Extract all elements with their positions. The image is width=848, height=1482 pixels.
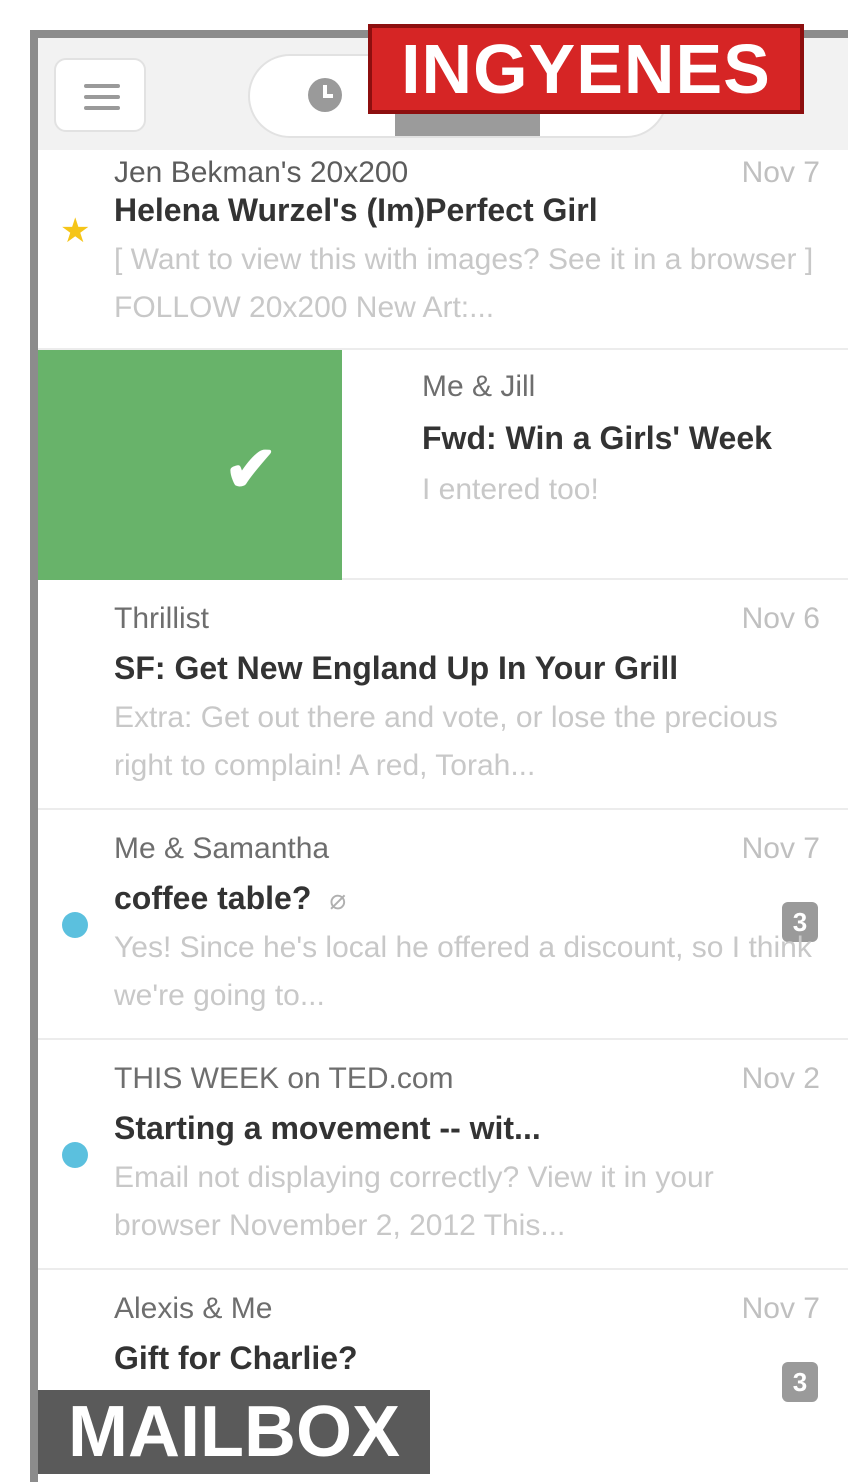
message-subject: Fwd: Win a Girls' Week [422,420,772,456]
message-sender: Jen Bekman's 20x200 [114,156,409,189]
message-sender: Me & Samantha [114,832,330,865]
message-date: Nov 6 [741,602,820,635]
message-row[interactable]: Thrillist Nov 6 SF: Get New England Up I… [38,580,848,810]
star-icon[interactable]: ★ [60,214,90,248]
clock-icon[interactable] [308,78,342,112]
thread-count-badge: 3 [782,1362,818,1402]
message-sender: Thrillist [114,602,209,635]
message-preview: Extra: Get out there and vote, or lose t… [114,701,778,782]
message-subject: Helena Wurzel's (Im)Perfect Girl [114,192,598,228]
message-subject: SF: Get New England Up In Your Grill [114,650,679,686]
message-row[interactable]: Jen Bekman's 20x200 Nov 7 ★ Helena Wurze… [38,150,848,350]
message-preview: [ Want to view this with images? See it … [114,243,814,324]
paperclip-icon: ⌀ [329,884,347,915]
menu-button[interactable] [54,58,146,132]
unread-dot-icon [62,912,88,938]
hamburger-icon [84,84,120,88]
message-row[interactable]: Me & Samantha Nov 7 coffee table? ⌀ 3 Yes… [38,810,848,1040]
message-date: Nov 7 [741,1292,820,1325]
message-row[interactable]: THIS WEEK on TED.com Nov 2 Starting a mo… [38,1040,848,1270]
ingyenes-badge: INGYENES [368,24,804,114]
message-date: Nov 7 [741,832,820,865]
message-date: Nov 7 [741,156,820,189]
phone-screen: Jen Bekman's 20x200 Nov 7 ★ Helena Wurze… [30,30,848,1482]
message-preview: Yes! Since he's local he offered a disco… [114,931,812,1012]
mailbox-logo-badge: MAILBOX [38,1390,430,1474]
message-date: Nov 2 [741,1062,820,1095]
message-subject: coffee table? ⌀ [114,880,346,917]
message-subject: Gift for Charlie? [114,1340,358,1376]
message-sender: Alexis & Me [114,1292,273,1325]
unread-dot-icon [62,1142,88,1168]
message-preview: I entered too! [422,473,599,506]
message-sender: Me & Jill [422,370,536,403]
message-sender: THIS WEEK on TED.com [114,1062,454,1095]
checkmark-icon: ✔ [224,433,278,505]
archive-swipe-action[interactable]: ✔ [38,350,342,580]
message-preview: Email not displaying correctly? View it … [114,1161,714,1242]
message-subject-text: coffee table? [114,880,312,916]
message-subject: Starting a movement -- wit... [114,1110,541,1146]
